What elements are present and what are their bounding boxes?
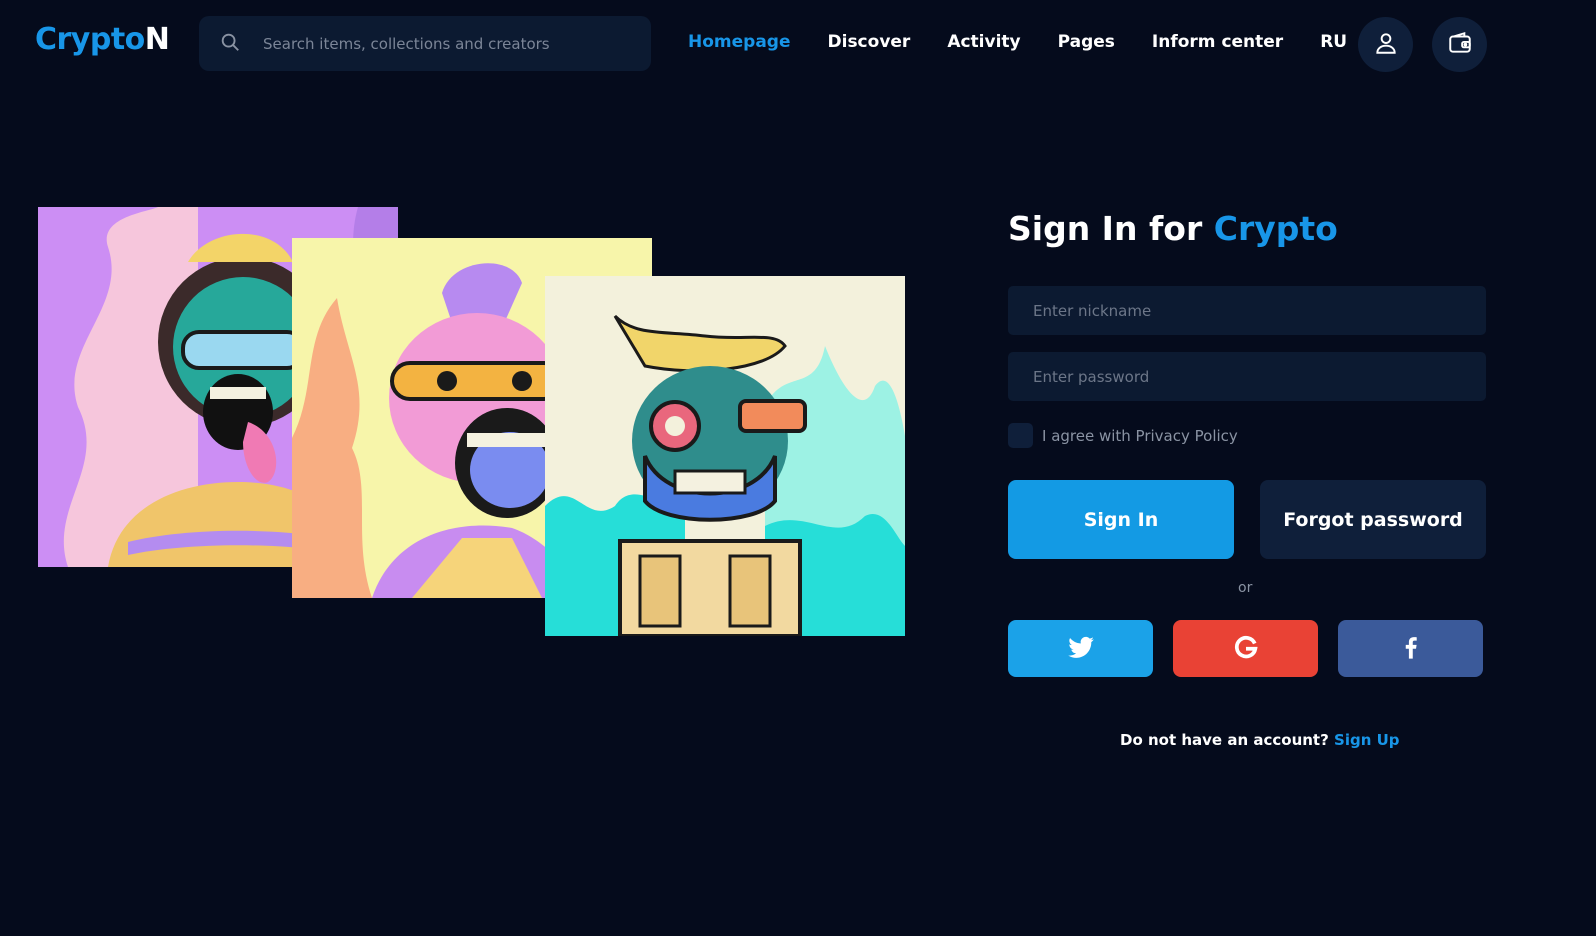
wallet-icon [1447,30,1473,60]
twitter-login-button[interactable] [1008,620,1153,677]
wallet-button[interactable] [1432,17,1487,72]
nav-discover[interactable]: Discover [828,32,911,52]
signup-prompt-text: Do not have an account? [1120,731,1335,749]
facebook-login-button[interactable] [1338,620,1483,677]
user-icon [1373,30,1399,60]
artwork-card-cyan[interactable] [545,276,905,636]
nav-homepage[interactable]: Homepage [688,32,791,52]
signin-title-prefix: Sign In for [1008,209,1214,248]
profile-button[interactable] [1358,17,1413,72]
nav-activity[interactable]: Activity [947,32,1020,52]
nickname-input[interactable] [1008,286,1486,335]
privacy-label[interactable]: I agree with Privacy Policy [1042,427,1238,445]
nav-language[interactable]: RU [1320,32,1347,52]
signup-link[interactable]: Sign Up [1334,731,1400,749]
google-icon [1232,633,1260,665]
twitter-icon [1067,633,1095,665]
search-icon[interactable] [219,31,241,57]
or-separator: or [1238,580,1253,596]
search-input[interactable] [263,34,633,53]
logo[interactable]: CryptoN [35,22,170,57]
password-input[interactable] [1008,352,1486,401]
nav-pages[interactable]: Pages [1058,32,1115,52]
facebook-icon [1397,633,1425,665]
signin-title: Sign In for Crypto [1008,209,1338,248]
privacy-agreement[interactable]: I agree with Privacy Policy [1008,423,1238,448]
signin-title-accent: Crypto [1213,209,1338,248]
forgot-password-button[interactable]: Forgot password [1260,480,1486,559]
main-nav: Homepage Discover Activity Pages Inform … [688,32,1384,52]
privacy-checkbox[interactable] [1008,423,1033,448]
signin-button[interactable]: Sign In [1008,480,1234,559]
nav-inform-center[interactable]: Inform center [1152,32,1283,52]
search-bar[interactable] [199,16,651,71]
logo-part-blue: Crypto [35,22,145,57]
signup-prompt: Do not have an account? Sign Up [1120,731,1400,749]
logo-part-white: N [144,22,170,57]
google-login-button[interactable] [1173,620,1318,677]
